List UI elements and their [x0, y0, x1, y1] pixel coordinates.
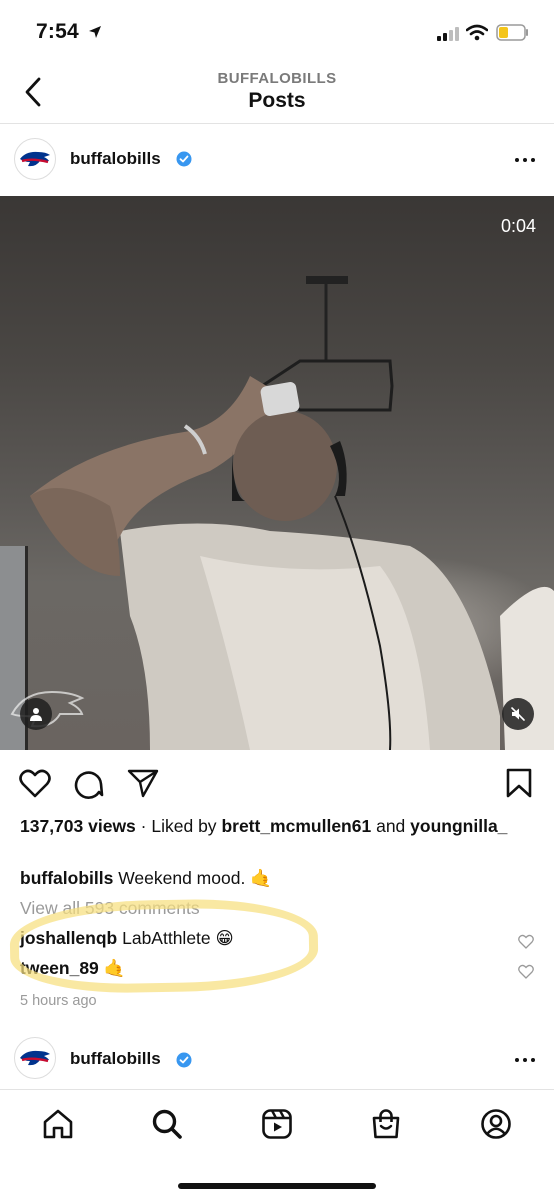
verified-badge-icon	[176, 151, 192, 167]
liked-by-user[interactable]: brett_mcmullen61	[221, 816, 371, 836]
post-video[interactable]: 0:04	[0, 196, 554, 750]
liked-by-prefix: Liked by	[151, 816, 217, 836]
tab-reels[interactable]	[257, 1104, 297, 1144]
avatar[interactable]	[14, 138, 56, 180]
like-button[interactable]	[18, 766, 52, 800]
bookmark-icon	[506, 768, 532, 798]
shopping-bag-icon	[372, 1109, 400, 1139]
wifi-icon	[466, 24, 488, 41]
share-button[interactable]	[126, 766, 160, 800]
comment-username[interactable]: joshallenqb	[20, 928, 117, 948]
view-all-comments-link[interactable]: View all 593 comments	[20, 896, 540, 920]
more-options-button[interactable]	[508, 1048, 542, 1072]
tab-search[interactable]	[147, 1104, 187, 1144]
tab-shop[interactable]	[366, 1104, 406, 1144]
post-username[interactable]: buffalobills	[70, 1049, 161, 1069]
bills-logo-icon	[20, 1050, 50, 1066]
post-timestamp: 5 hours ago	[20, 993, 97, 1009]
video-timer: 0:04	[500, 216, 536, 236]
comment-row: tween_89 🤙	[20, 958, 534, 982]
tab-profile[interactable]	[476, 1104, 516, 1144]
comment-like-heart-icon[interactable]	[518, 934, 534, 949]
comment-button[interactable]	[71, 766, 105, 800]
location-arrow-icon	[89, 26, 101, 38]
paper-plane-icon	[127, 769, 159, 798]
home-icon	[43, 1109, 73, 1139]
save-button[interactable]	[502, 766, 536, 800]
verified-badge-icon	[176, 1052, 192, 1068]
nav-header: BUFFALOBILLS Posts	[0, 62, 554, 124]
comment-like-heart-icon[interactable]	[518, 964, 534, 979]
avatar[interactable]	[14, 1037, 56, 1079]
more-options-button[interactable]	[508, 148, 542, 172]
video-frame-illustration	[30, 276, 554, 750]
heart-icon	[19, 769, 51, 798]
page-title: Posts	[248, 89, 306, 112]
caption-username[interactable]: buffalobills	[20, 868, 113, 888]
comment-bubble-icon	[74, 771, 104, 799]
comment-text: LabAtthlete 😁	[122, 928, 234, 948]
post-header: buffalobills	[0, 124, 554, 196]
post-actions	[0, 750, 554, 812]
mute-button[interactable]	[502, 698, 534, 730]
person-icon	[30, 708, 42, 721]
tab-home[interactable]	[38, 1104, 78, 1144]
battery-icon	[496, 24, 528, 41]
reels-icon	[262, 1109, 292, 1139]
status-bar: 7:54	[0, 0, 554, 62]
search-icon	[152, 1109, 182, 1139]
caption-text: Weekend mood. 🤙	[118, 868, 272, 888]
bills-logo-icon	[20, 151, 50, 167]
nav-account-name: BUFFALOBILLS	[217, 70, 337, 87]
caption: buffalobills Weekend mood. 🤙	[20, 866, 540, 890]
speaker-muted-icon	[511, 707, 525, 721]
tag-people-button[interactable]	[20, 698, 52, 730]
liked-by-user[interactable]: youngnilla_	[410, 816, 507, 836]
cellular-signal-icon	[437, 27, 459, 41]
home-indicator[interactable]	[178, 1183, 376, 1189]
next-post-header: buffalobills	[0, 1025, 554, 1089]
status-time: 7:54	[36, 20, 79, 43]
liked-by-and: and	[376, 816, 406, 836]
views-count[interactable]: 137,703 views	[20, 816, 136, 836]
likes-summary: 137,703 views · Liked by brett_mcmullen6…	[20, 816, 508, 836]
comment-username[interactable]: tween_89	[20, 958, 99, 978]
comment-row: joshallenqb LabAtthlete 😁	[20, 928, 534, 952]
profile-icon	[481, 1109, 511, 1139]
comment-text: 🤙	[103, 958, 126, 978]
post-username[interactable]: buffalobills	[70, 149, 161, 169]
